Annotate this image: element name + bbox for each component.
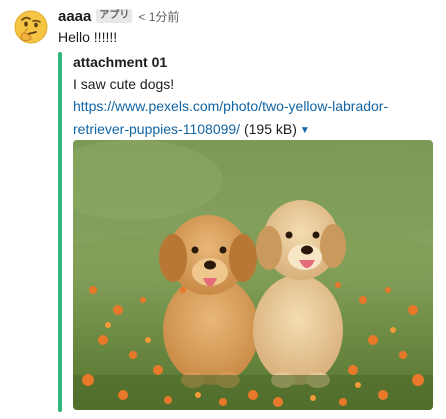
timestamp[interactable]: < 1分前 — [138, 8, 179, 25]
attachment-link[interactable]: https://www.pexels.com/photo/two-yellow-… — [73, 98, 388, 137]
attachment-description: I saw cute dogs! — [73, 76, 175, 92]
message-text: Hello !!!!!! — [58, 29, 118, 45]
chat-message: aaaa アプリ < 1分前 Hello !!!!!! attachment 0… — [0, 0, 446, 419]
avatar[interactable] — [13, 9, 49, 45]
sender-name[interactable]: aaaa — [58, 8, 91, 25]
attachment-link-row: https://www.pexels.com/photo/two-yellow-… — [73, 95, 418, 142]
attachment-body: attachment 01 I saw cute dogs! https://w… — [73, 52, 435, 410]
attachment-image[interactable] — [73, 140, 433, 410]
attachment-color-bar — [58, 52, 62, 412]
caret-down-icon[interactable]: ▼ — [300, 119, 310, 142]
thinking-face-emoji-icon — [14, 10, 48, 44]
file-size: (195 kB) — [243, 121, 297, 137]
message-header: aaaa アプリ < 1分前 — [58, 6, 179, 26]
app-badge: アプリ — [96, 9, 133, 23]
attachment-title: attachment 01 — [73, 54, 168, 70]
two-yellow-labrador-puppies-photo — [73, 140, 433, 410]
attachment: attachment 01 I saw cute dogs! https://w… — [58, 52, 438, 412]
